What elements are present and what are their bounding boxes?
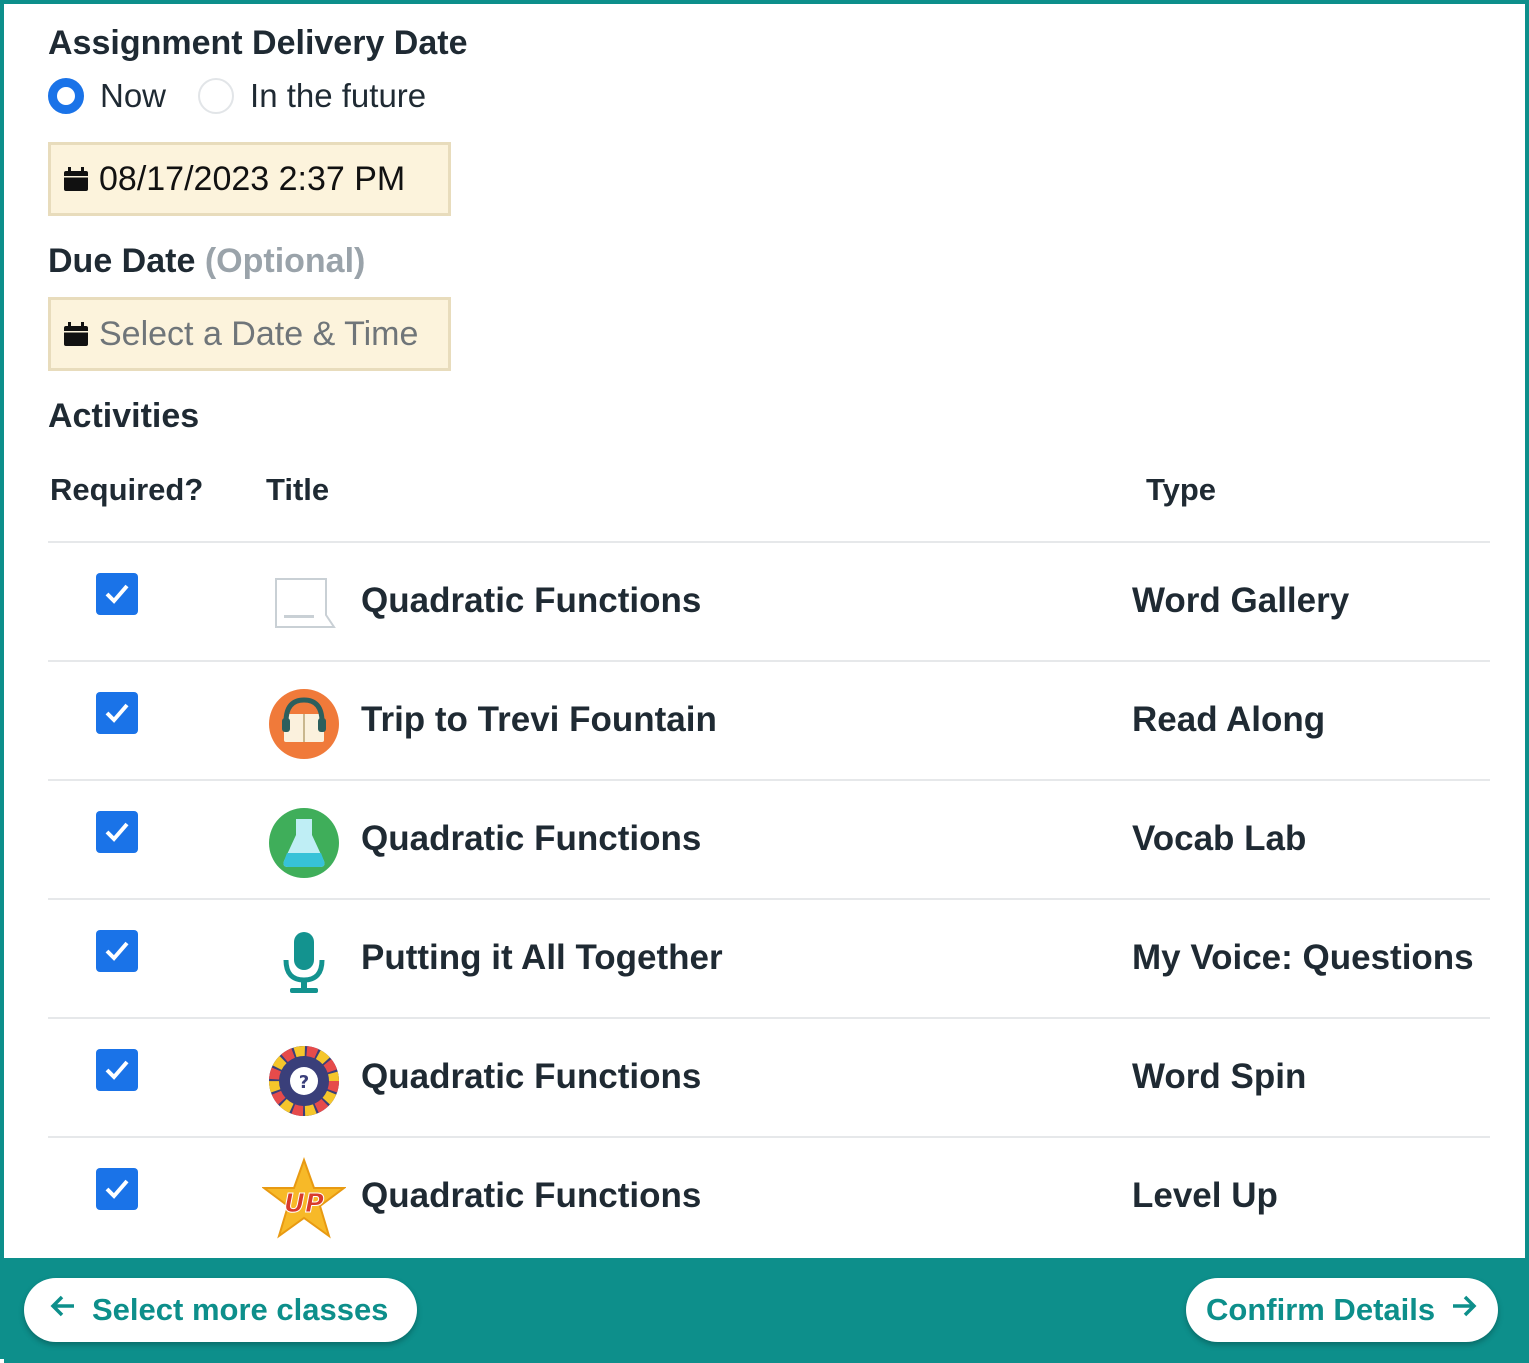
- table-row: Trip to Trevi Fountain Read Along: [48, 660, 1490, 779]
- delivery-options: Now In the future: [48, 76, 458, 116]
- activity-type: Word Spin: [1132, 1057, 1307, 1096]
- word-gallery-icon: [268, 569, 340, 641]
- column-title: Title: [266, 472, 330, 507]
- activity-type: Word Gallery: [1132, 581, 1350, 620]
- confirm-details-label: Confirm Details: [1206, 1292, 1436, 1327]
- required-checkbox[interactable]: [96, 930, 138, 972]
- required-checkbox[interactable]: [96, 1049, 138, 1091]
- confirm-details-button[interactable]: Confirm Details: [1186, 1278, 1498, 1342]
- activity-type: My Voice: Questions: [1132, 938, 1474, 977]
- calendar-icon: [63, 321, 89, 347]
- table-row: Quadratic Functions Vocab Lab: [48, 779, 1490, 898]
- table-row: Quadratic Functions Word Gallery: [48, 541, 1490, 660]
- activity-type: Level Up: [1132, 1176, 1278, 1215]
- due-date-label: Due Date: [48, 242, 196, 280]
- vocab-lab-flask-icon: [268, 807, 340, 879]
- delivery-date-heading: Assignment Delivery Date: [48, 24, 468, 62]
- select-more-classes-label: Select more classes: [92, 1292, 389, 1327]
- delivery-date-value: 08/17/2023 2:37 PM: [99, 159, 406, 198]
- select-more-classes-button[interactable]: Select more classes: [24, 1278, 417, 1342]
- svg-text:UP: UP: [284, 1189, 324, 1219]
- due-date-placeholder: Select a Date & Time: [99, 314, 419, 353]
- microphone-icon: [268, 926, 340, 998]
- level-up-star-icon: UP: [261, 1156, 347, 1240]
- word-spin-wheel-icon: ?: [268, 1045, 340, 1117]
- activity-title[interactable]: Trip to Trevi Fountain: [361, 700, 717, 740]
- table-row: Putting it All Together My Voice: Questi…: [48, 898, 1490, 1017]
- due-date-heading: Due Date (Optional): [48, 242, 365, 281]
- radio-future[interactable]: [198, 78, 235, 114]
- activity-title[interactable]: Quadratic Functions: [361, 1057, 701, 1097]
- radio-future-label[interactable]: In the future: [250, 77, 426, 115]
- calendar-icon: [63, 166, 89, 192]
- svg-text:?: ?: [299, 1072, 309, 1093]
- table-row: ? Quadratic Functions Word Spin: [48, 1017, 1490, 1136]
- activity-type: Vocab Lab: [1132, 819, 1307, 858]
- required-checkbox[interactable]: [96, 573, 138, 615]
- activities-heading: Activities: [48, 397, 200, 435]
- arrow-right-icon: [1449, 1291, 1479, 1329]
- arrow-left-icon: [48, 1291, 78, 1329]
- footer-bar: Select more classes Confirm Details: [4, 1258, 1529, 1363]
- required-checkbox[interactable]: [96, 692, 138, 734]
- activity-title[interactable]: Quadratic Functions: [361, 581, 701, 621]
- delivery-date-input[interactable]: 08/17/2023 2:37 PM: [48, 142, 451, 216]
- radio-now[interactable]: [48, 78, 84, 114]
- activity-title[interactable]: Putting it All Together: [361, 938, 723, 978]
- required-checkbox[interactable]: [96, 811, 138, 853]
- column-required: Required?: [50, 472, 204, 507]
- required-checkbox[interactable]: [96, 1168, 138, 1210]
- activity-title[interactable]: Quadratic Functions: [361, 1176, 701, 1216]
- read-along-icon: [268, 688, 340, 760]
- radio-now-label[interactable]: Now: [100, 77, 166, 115]
- activity-type: Read Along: [1132, 700, 1326, 739]
- due-date-input[interactable]: Select a Date & Time: [48, 297, 451, 371]
- table-row: UP Quadratic Functions Level Up: [48, 1136, 1490, 1255]
- column-type: Type: [1146, 472, 1217, 507]
- activity-title[interactable]: Quadratic Functions: [361, 819, 701, 859]
- optional-label: (Optional): [204, 242, 366, 280]
- assignment-details-panel: Assignment Delivery Date Now In the futu…: [0, 0, 1529, 1363]
